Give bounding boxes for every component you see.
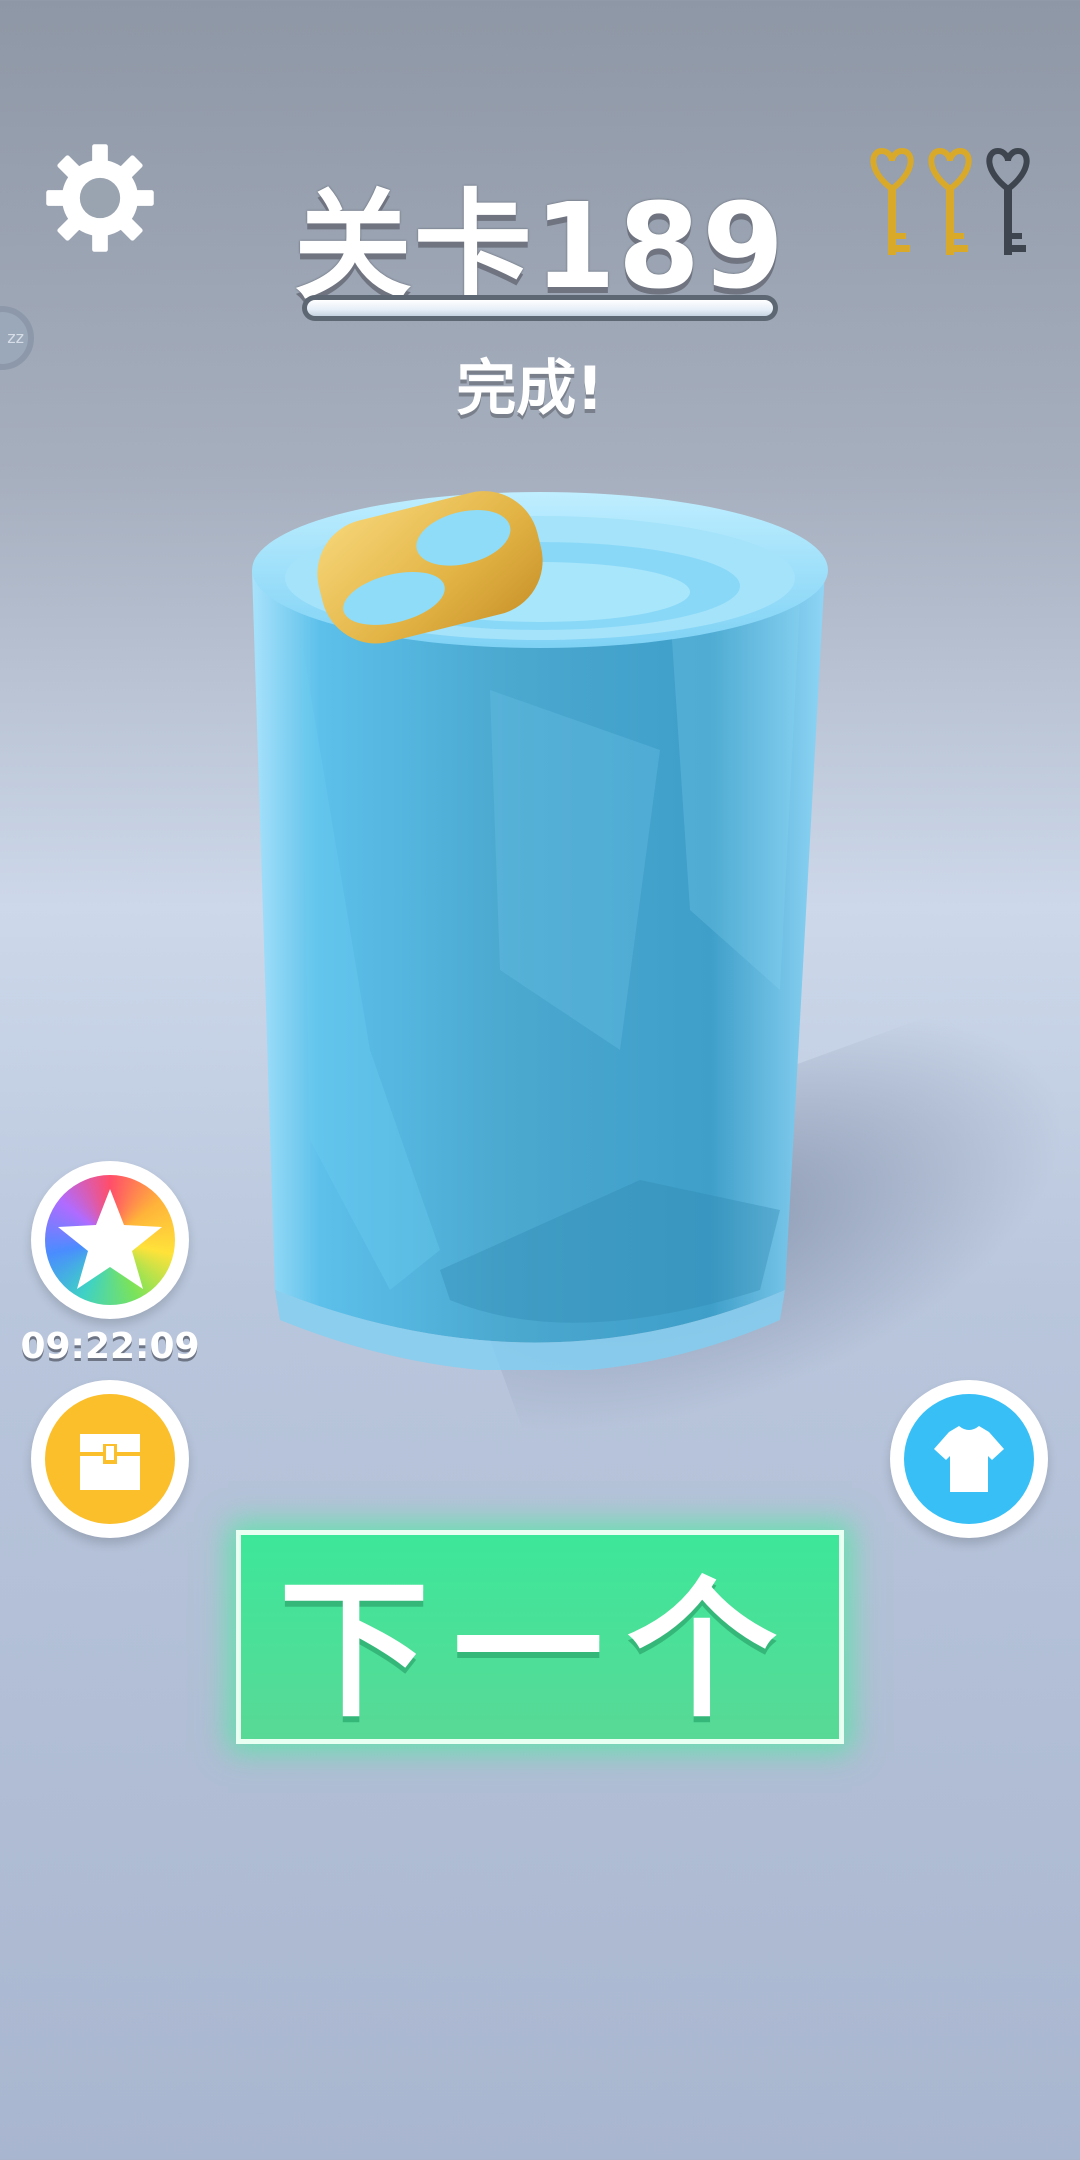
shirt-icon (934, 1426, 1004, 1492)
key-icon (928, 147, 972, 255)
spin-timer: 09:22:09 (20, 1326, 200, 1367)
chest-button[interactable] (31, 1380, 189, 1538)
spin-wheel-button[interactable] (31, 1161, 189, 1319)
gear-icon (46, 144, 154, 252)
skins-button[interactable] (890, 1380, 1048, 1538)
chest-icon (80, 1434, 140, 1490)
level-progress-bar (302, 295, 778, 321)
key-icon (986, 147, 1030, 255)
keys-counter (864, 145, 1044, 260)
settings-button[interactable] (44, 142, 156, 254)
sleep-icon[interactable]: zz (0, 306, 34, 370)
key-icon (870, 147, 914, 255)
star-icon (58, 1189, 162, 1289)
next-level-button[interactable]: 下一个 (236, 1530, 844, 1744)
level-progress-fill (307, 300, 773, 316)
ice-can[interactable] (240, 490, 840, 1373)
status-text: 完成! (456, 354, 604, 424)
next-button-label: 下一个 (278, 1563, 801, 1738)
